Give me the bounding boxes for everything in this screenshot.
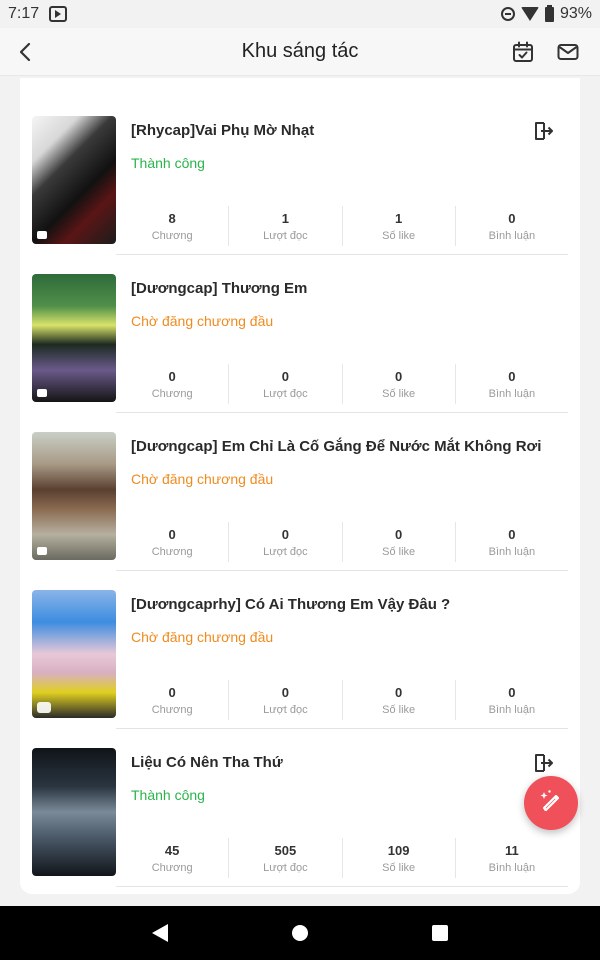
media-app-icon [49,6,68,22]
story-stats: 45 Chương 505 Lượt đọc 109 Số like 11 Bình l… [116,838,568,878]
story-item[interactable]: [Rhycap]Vai Phụ Mờ Nhạt Thành công 8 Chươ… [20,78,580,255]
story-status: Chờ đăng chương đầu [131,471,274,487]
story-title[interactable]: [Rhycap]Vai Phụ Mờ Nhạt [131,122,314,139]
story-item[interactable]: Liệu Có Nên Tha Thứ Thành công 45 Chương … [20,710,580,887]
nav-home-icon[interactable] [292,925,308,941]
stat-likes: 109 Số like [341,838,455,878]
story-title[interactable]: [Dươngcap] Thương Em [131,280,307,297]
nav-recents-icon[interactable] [432,925,448,941]
story-title[interactable]: [Dươngcap] Em Chỉ Là Cố Gắng Để Nước Mắt… [131,438,541,455]
stat-comments: 11 Bình luận [454,838,568,878]
back-arrow-icon[interactable] [14,40,38,64]
write-fab-button[interactable] [524,776,578,830]
story-status: Chờ đăng chương đầu [131,629,274,645]
story-title[interactable]: [Dươngcaprhy] Có Ai Thương Em Vậy Đâu ? [131,596,450,613]
story-cover-image[interactable] [32,432,116,560]
nav-back-icon[interactable] [152,924,168,942]
do-not-disturb-icon [500,7,515,21]
story-status: Thành công [131,787,205,803]
story-item[interactable]: [Dươngcaprhy] Có Ai Thương Em Vậy Đâu ? … [20,552,580,729]
battery-percent: 93% [559,5,592,22]
story-cover-image[interactable] [32,274,116,402]
battery-icon [544,4,554,22]
magic-pencil-icon [536,786,566,821]
divider [116,886,568,887]
stat-chapters: 45 Chương [151,842,193,874]
story-cover-image[interactable] [32,748,116,876]
story-item[interactable]: [Dươngcap] Thương Em Chờ đăng chương đầu… [20,236,580,413]
exit-icon[interactable] [532,752,554,774]
status-bar: 7:17 93% [0,0,600,28]
calendar-check-icon[interactable] [511,40,535,64]
status-right: 93% [500,4,592,23]
story-title[interactable]: Liệu Có Nên Tha Thứ [131,754,283,771]
mail-icon[interactable] [556,40,580,64]
story-item[interactable]: [Dươngcap] Em Chỉ Là Cố Gắng Để Nước Mắt… [20,394,580,571]
story-cover-image[interactable] [32,590,116,718]
app-header: Khu sáng tác [0,28,600,76]
exit-icon[interactable] [532,120,554,142]
stat-reads: 505 Lượt đọc [228,838,341,878]
status-time: 7:17 [8,5,40,22]
wifi-icon [520,7,539,21]
story-cover-image[interactable] [32,116,116,244]
page-title: Khu sáng tác [241,40,359,62]
system-nav-bar [0,906,600,960]
story-status: Chờ đăng chương đầu [131,313,274,329]
story-status: Thành công [131,155,205,171]
story-list: [Rhycap]Vai Phụ Mờ Nhạt Thành công 8 Chươ… [20,78,580,894]
